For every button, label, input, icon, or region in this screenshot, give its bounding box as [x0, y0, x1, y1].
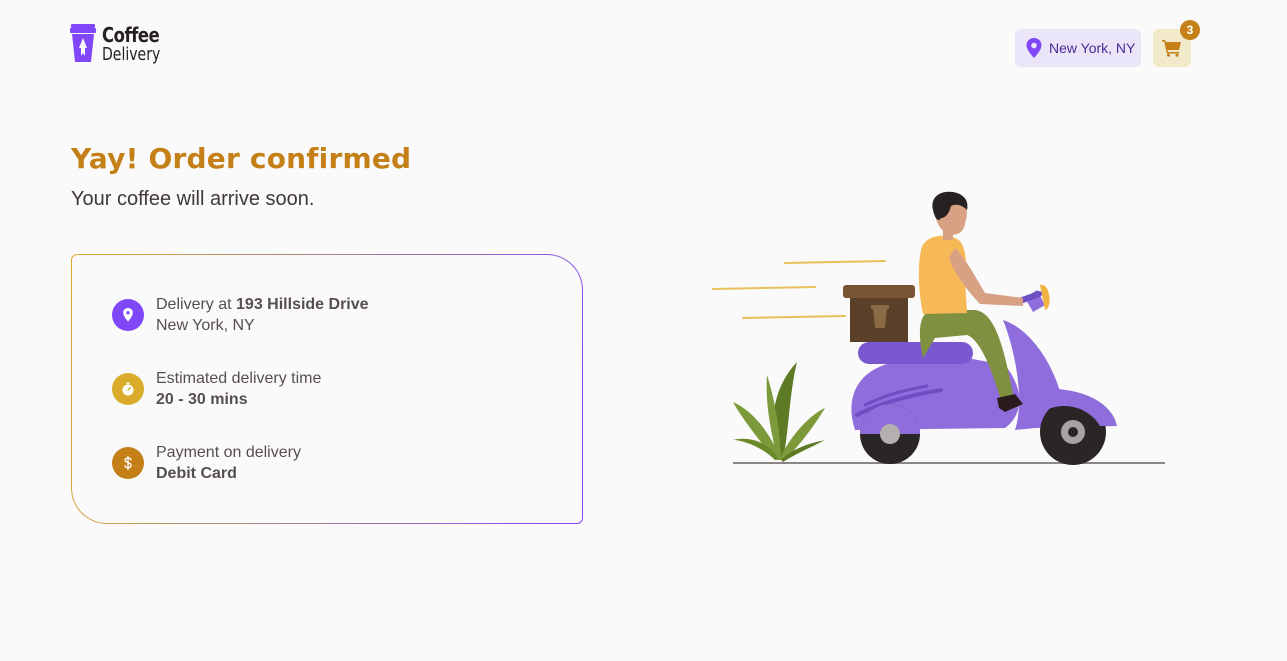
- cart-count-badge: 3: [1180, 20, 1200, 40]
- delivery-icon-circle: [112, 299, 144, 331]
- delivery-city: New York, NY: [156, 317, 255, 334]
- logo[interactable]: Coffee Delivery: [70, 24, 177, 64]
- page-title: Yay! Order confirmed: [71, 142, 412, 175]
- logo-line-2: Delivery: [102, 43, 161, 65]
- delivery-address-text: Delivery at 193 Hillside Drive New York,…: [156, 294, 369, 336]
- map-pin-icon: [1026, 38, 1042, 58]
- order-info-card: Delivery at 193 Hillside Drive New York,…: [71, 254, 583, 524]
- delivery-prefix: Delivery at: [156, 296, 232, 313]
- delivery-address: 193 Hillside Drive: [236, 296, 369, 313]
- logo-text: Coffee Delivery: [102, 25, 177, 64]
- coffee-cup-rocket-icon: [70, 24, 96, 62]
- location-button[interactable]: New York, NY: [1015, 29, 1141, 67]
- currency-dollar-icon: [124, 455, 132, 471]
- time-value: 20 - 30 mins: [156, 391, 248, 408]
- order-info-card-body: Delivery at 193 Hillside Drive New York,…: [72, 255, 582, 523]
- delivery-address-row: Delivery at 193 Hillside Drive New York,…: [112, 294, 369, 336]
- page-subtitle: Your coffee will arrive soon.: [71, 188, 315, 210]
- payment-icon-circle: [112, 447, 144, 479]
- time-label: Estimated delivery time: [156, 370, 322, 387]
- timer-icon: [122, 382, 134, 396]
- payment-value: Debit Card: [156, 465, 237, 482]
- payment-label: Payment on delivery: [156, 444, 301, 461]
- payment-text: Payment on delivery Debit Card: [156, 442, 301, 484]
- delivery-scooter-illustration: [712, 191, 1165, 465]
- header: Coffee Delivery New York, NY 3: [0, 0, 1287, 100]
- cart-button[interactable]: 3: [1153, 20, 1200, 67]
- logo-line-1: Coffee: [102, 22, 160, 47]
- payment-row: Payment on delivery Debit Card: [112, 442, 301, 484]
- map-pin-icon: [123, 308, 133, 322]
- delivery-time-row: Estimated delivery time 20 - 30 mins: [112, 368, 321, 410]
- shopping-cart-icon: [1162, 40, 1181, 57]
- location-label: New York, NY: [1049, 40, 1136, 56]
- plant: [733, 362, 825, 462]
- delivery-time-text: Estimated delivery time 20 - 30 mins: [156, 368, 321, 410]
- time-icon-circle: [112, 373, 144, 405]
